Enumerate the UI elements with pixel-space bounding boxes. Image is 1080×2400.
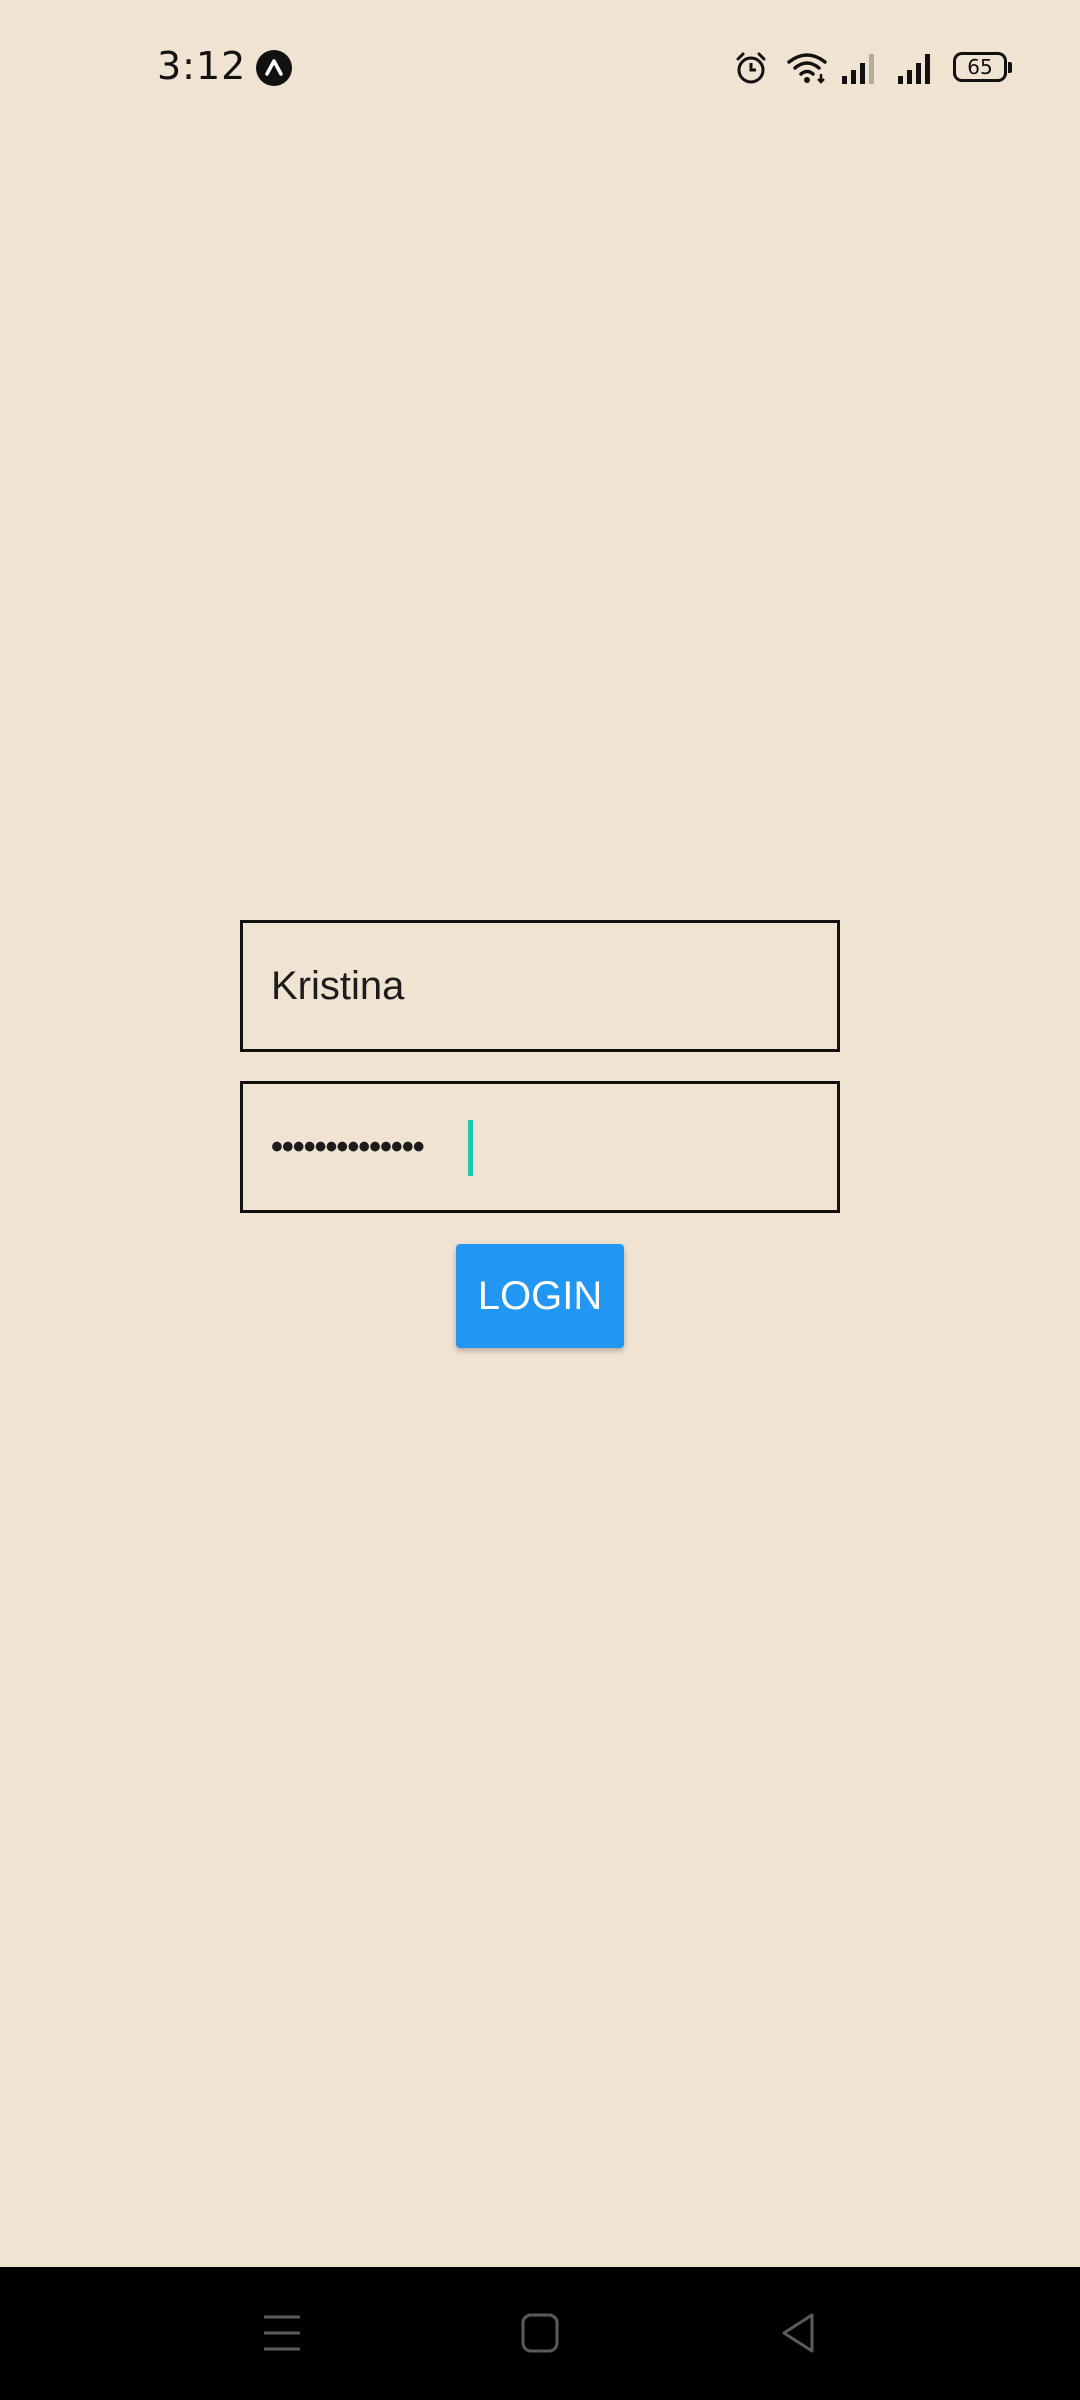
signal-icon xyxy=(840,50,880,91)
login-screen: 3:12 65 Kristina •••••••••••••• LOGIN xyxy=(0,0,1080,2400)
password-value: •••••••••••••• xyxy=(271,1128,425,1166)
wifi-icon xyxy=(786,50,828,91)
status-time: 3:12 xyxy=(157,44,247,88)
alarm-icon xyxy=(733,50,769,91)
password-field[interactable]: •••••••••••••• xyxy=(240,1081,840,1213)
menu-icon[interactable] xyxy=(262,2307,302,2364)
username-value: Kristina xyxy=(271,964,405,1008)
username-field[interactable]: Kristina xyxy=(240,920,840,1052)
status-bar: 3:12 65 xyxy=(0,0,1080,140)
home-icon[interactable] xyxy=(518,2307,562,2364)
navigation-bar xyxy=(0,2267,1080,2400)
signal-icon xyxy=(896,50,936,91)
back-icon[interactable] xyxy=(778,2307,818,2364)
battery-level: 65 xyxy=(967,55,993,79)
app-notification-icon xyxy=(256,50,292,86)
text-caret xyxy=(468,1120,473,1176)
battery-icon: 65 xyxy=(953,52,1012,82)
login-button[interactable]: LOGIN xyxy=(456,1244,624,1348)
